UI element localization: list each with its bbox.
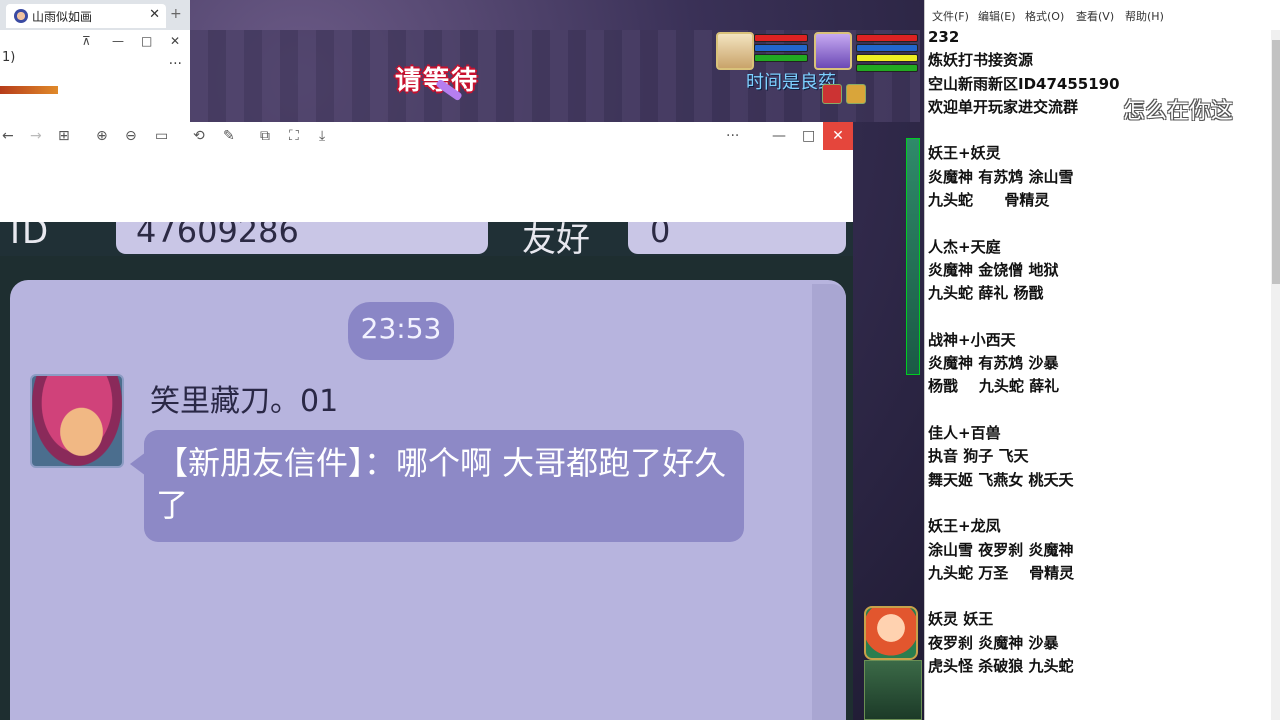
pet-hp-bar [856, 34, 918, 42]
profile-bar: ID 47609286 友好 0 [0, 222, 853, 260]
mp-bar [754, 44, 808, 52]
building-icon[interactable] [864, 660, 922, 720]
menu-edit[interactable]: 编辑(E) [978, 8, 1016, 24]
edit-icon[interactable]: ✎ [223, 128, 235, 144]
time-pill: 23:53 [348, 302, 454, 360]
message-bubble: 【新朋友信件】：哪个啊 大哥都跑了好久了 [130, 430, 744, 542]
pet-mp-bar [856, 44, 918, 52]
id-value: 47609286 [136, 222, 299, 250]
stream-watermark: 怎么在你这 [1123, 99, 1234, 124]
crop-icon[interactable]: ⧉ [260, 128, 270, 144]
menu-help[interactable]: 帮助(H) [1125, 8, 1164, 24]
hp-bar [754, 34, 808, 42]
minimize-button[interactable]: — [112, 34, 124, 48]
tab-favicon-icon [14, 9, 28, 23]
heart-icon[interactable] [822, 84, 842, 104]
forward-icon[interactable]: → [30, 128, 42, 144]
item-icon[interactable] [846, 84, 866, 104]
bubble-tail [130, 452, 146, 476]
more-icon[interactable]: ··· [169, 56, 182, 72]
download-icon[interactable]: ⤓ [319, 128, 325, 144]
pet-portrait[interactable] [814, 32, 852, 70]
minimize-button[interactable]: — [772, 128, 786, 144]
viewer-toolbar: ← → ⊞ ⊕ ⊖ ▭ ⟲ ✎ ⧉ ⛶ ⤓ ··· — □ ✕ [0, 122, 853, 152]
notepad-window: 文件(F) 编辑(E) 格式(O) 查看(V) 帮助(H) 232 炼妖打书接资… [924, 0, 1280, 720]
menu-view[interactable]: 查看(V) [1076, 8, 1114, 24]
browser-tab[interactable]: 山雨似如画 ✕ [6, 4, 166, 28]
maximize-button[interactable]: □ [141, 34, 152, 48]
screenshot-image: ID 47609286 友好 0 23:53 笑里藏刀。01 【新朋友信件】：哪… [0, 222, 853, 720]
notepad-scroll-bar[interactable] [1271, 30, 1280, 720]
zoom-out-icon[interactable]: ⊖ [125, 128, 137, 144]
fit-icon[interactable]: ▭ [155, 128, 168, 144]
id-box: 47609286 [116, 222, 488, 254]
tab-close-icon[interactable]: ✕ [149, 7, 160, 22]
menu-file[interactable]: 文件(F) [932, 8, 969, 24]
game-hud: 时间是良药 [716, 30, 920, 104]
pin-icon[interactable]: ⊼ [82, 34, 91, 48]
pet-sp-bar [856, 64, 918, 72]
back-icon[interactable]: ← [2, 128, 14, 144]
preview-strip [0, 86, 58, 94]
chat-scroll-bar [812, 284, 846, 720]
id-label: ID [10, 222, 51, 252]
chat-panel: 23:53 笑里藏刀。01 【新朋友信件】：哪个啊 大哥都跑了好久了 [10, 280, 846, 720]
menu-format[interactable]: 格式(O) [1025, 8, 1064, 24]
close-button[interactable]: ✕ [823, 122, 853, 150]
maximize-button[interactable]: □ [802, 128, 815, 144]
sender-avatar [30, 374, 124, 468]
notepad-menu-bar: 文件(F) 编辑(E) 格式(O) 查看(V) 帮助(H) [925, 0, 1280, 28]
secondary-window: 1) ⊼ — □ ✕ ··· [0, 30, 190, 122]
tab-title: 山雨似如画 [32, 10, 93, 24]
friend-box: 0 [628, 222, 846, 254]
character-avatar[interactable] [864, 606, 918, 660]
browser-tab-bar: 山雨似如画 ✕ + [0, 0, 190, 30]
player-portrait[interactable] [716, 32, 754, 70]
more-icon[interactable]: ··· [726, 128, 739, 144]
sender-name: 笑里藏刀。01 [150, 384, 339, 419]
message-text: 【新朋友信件】：哪个啊 大哥都跑了好久了 [156, 444, 727, 524]
game-wait-text: 请等待 [395, 60, 479, 97]
zoom-in-icon[interactable]: ⊕ [96, 128, 108, 144]
friend-label: 友好 [522, 222, 590, 260]
message-time: 23:53 [360, 312, 442, 345]
game-scroll-bar[interactable] [906, 138, 920, 375]
new-tab-icon[interactable]: + [170, 6, 182, 22]
image-viewer-window: ← → ⊞ ⊕ ⊖ ▭ ⟲ ✎ ⧉ ⛶ ⤓ ··· — □ ✕ ID 47609… [0, 122, 853, 720]
pet-exp-bar [856, 54, 918, 62]
close-button[interactable]: ✕ [170, 34, 180, 48]
fullscreen-icon[interactable]: ⛶ [289, 128, 299, 144]
secondary-window-title: 1) [2, 50, 16, 65]
rotate-icon[interactable]: ⟲ [193, 128, 205, 144]
sp-bar [754, 54, 808, 62]
grid-icon[interactable]: ⊞ [58, 128, 70, 144]
notepad-scroll-thumb[interactable] [1272, 40, 1280, 284]
friend-value: 0 [650, 222, 671, 250]
